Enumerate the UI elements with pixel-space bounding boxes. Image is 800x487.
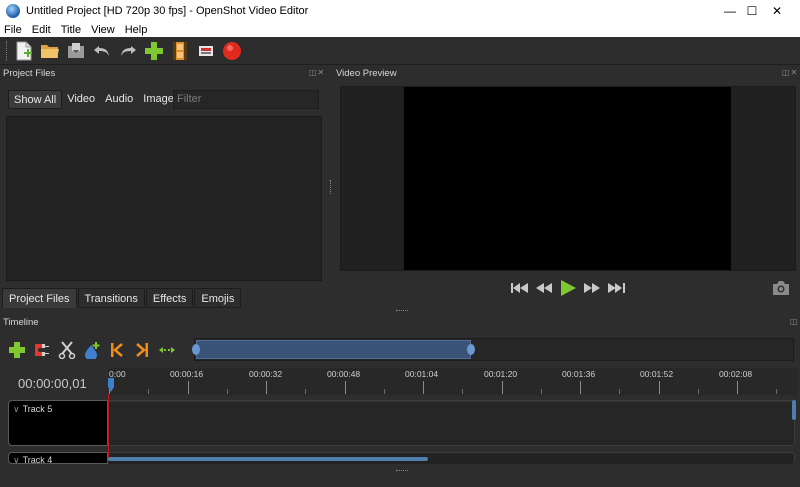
profile-icon[interactable] [169,40,191,62]
new-project-icon[interactable] [13,40,35,62]
toolbar-grip[interactable] [6,40,9,61]
add-marker-icon[interactable] [81,339,103,361]
track-header[interactable]: ∨ Track 4 [8,452,108,464]
play-icon[interactable] [557,279,579,297]
ruler-minor-tick [148,389,149,394]
timecode-display: 00:00:00,01 [18,376,87,391]
menu-title[interactable]: Title [61,24,81,36]
menu-bar: File Edit Title View Help [0,22,800,37]
ruler-label: 00:01:52 [640,369,674,379]
dock-tabs: Project Files Transitions Effects Emojis [2,288,242,308]
timeline-toolbar [6,338,181,362]
jump-to-end-icon[interactable] [605,279,627,297]
previous-marker-icon[interactable] [106,339,128,361]
ruler-major-tick [345,381,346,394]
project-files-panel-title: Project Files [3,68,56,79]
fullscreen-icon[interactable] [195,40,217,62]
menu-view[interactable]: View [91,24,115,36]
fast-forward-icon[interactable] [581,279,603,297]
playhead-line [108,394,109,460]
import-files-icon[interactable] [143,40,165,62]
track-header[interactable]: ∨ Track 5 [8,400,108,446]
tab-transitions[interactable]: Transitions [77,288,145,308]
ruler-major-tick [423,381,424,394]
timeline-panel-title: Timeline [3,317,39,328]
project-files-list[interactable] [6,116,322,281]
playhead-handle[interactable] [106,378,116,392]
razor-icon[interactable] [56,339,78,361]
video-preview-canvas[interactable] [404,87,731,270]
panel-splitter[interactable] [330,180,332,194]
center-playhead-icon[interactable] [156,339,178,361]
menu-edit[interactable]: Edit [32,24,51,36]
panel-splitter-horizontal[interactable] [396,310,408,313]
track-lane[interactable] [109,401,793,445]
title-bar: Untitled Project [HD 720p 30 fps] - Open… [0,0,800,22]
tab-emojis[interactable]: Emojis [194,288,242,308]
export-video-icon[interactable] [221,40,243,62]
collapse-chevron-icon[interactable]: ∨ [13,404,20,414]
menu-help[interactable]: Help [125,24,148,36]
bottom-splitter[interactable] [396,470,408,473]
window-title: Untitled Project [HD 720p 30 fps] - Open… [26,5,309,17]
camera-icon[interactable] [771,280,791,296]
open-project-icon[interactable] [39,40,61,62]
timeline-horizontal-scrollbar[interactable] [108,457,428,461]
ruler-major-tick [188,381,189,394]
playback-controls [509,279,629,297]
video-preview-panel-title: Video Preview [336,68,397,79]
ruler-label: 00:01:04 [405,369,439,379]
add-track-icon[interactable] [6,339,28,361]
ruler-minor-tick [305,389,306,394]
jump-to-start-icon[interactable] [509,279,531,297]
filter-tab-audio[interactable]: Audio [100,90,138,109]
ruler-label: 00:00:48 [327,369,361,379]
ruler-minor-tick [776,389,777,394]
ruler-label: 00:00:16 [170,369,204,379]
ruler-major-tick [737,381,738,394]
timeline-dock-buttons[interactable]: ◫ [790,317,799,326]
ruler-major-tick [266,381,267,394]
save-project-icon[interactable] [65,40,87,62]
ruler-minor-tick [541,389,542,394]
undo-icon[interactable] [91,40,113,62]
tab-project-files[interactable]: Project Files [2,288,77,308]
ruler-label: 00:01:36 [562,369,596,379]
filter-input[interactable]: Filter [173,90,319,109]
openshot-logo-icon [6,4,20,18]
ruler-major-tick [659,381,660,394]
ruler-label: 00:00:32 [249,369,283,379]
ruler-minor-tick [462,389,463,394]
rewind-icon[interactable] [533,279,555,297]
filter-tab-video[interactable]: Video [62,90,100,109]
filter-tab-show-all[interactable]: Show All [8,90,63,109]
next-marker-icon[interactable] [131,339,153,361]
close-button[interactable]: ✕ [754,0,800,22]
timeline-ruler[interactable] [108,368,798,395]
collapse-chevron-icon[interactable]: ∨ [13,455,20,463]
zoom-handle-right[interactable] [467,344,475,355]
ruler-major-tick [580,381,581,394]
tab-effects[interactable]: Effects [145,288,194,308]
track-name: Track 5 [22,404,53,414]
ruler-minor-tick [384,389,385,394]
ruler-major-tick [502,381,503,394]
ruler-label: 00:01:20 [484,369,518,379]
ruler-label: 00:02:08 [719,369,753,379]
main-toolbar [0,37,800,65]
zoom-handle-left[interactable] [192,344,200,355]
project-files-filter-tabs: Show All Video Audio Image [8,90,179,109]
project-files-dock-buttons[interactable]: ◫✕ [309,68,325,77]
ruler-minor-tick [227,389,228,394]
snapping-icon[interactable] [31,339,53,361]
timeline-zoom-range[interactable] [196,340,471,359]
ruler-minor-tick [619,389,620,394]
track-name: Track 4 [22,455,53,464]
redo-icon[interactable] [117,40,139,62]
timeline-vertical-scrollbar[interactable] [792,400,796,420]
video-preview-dock-buttons[interactable]: ◫✕ [782,68,798,77]
ruler-minor-tick [698,389,699,394]
menu-file[interactable]: File [4,24,22,36]
